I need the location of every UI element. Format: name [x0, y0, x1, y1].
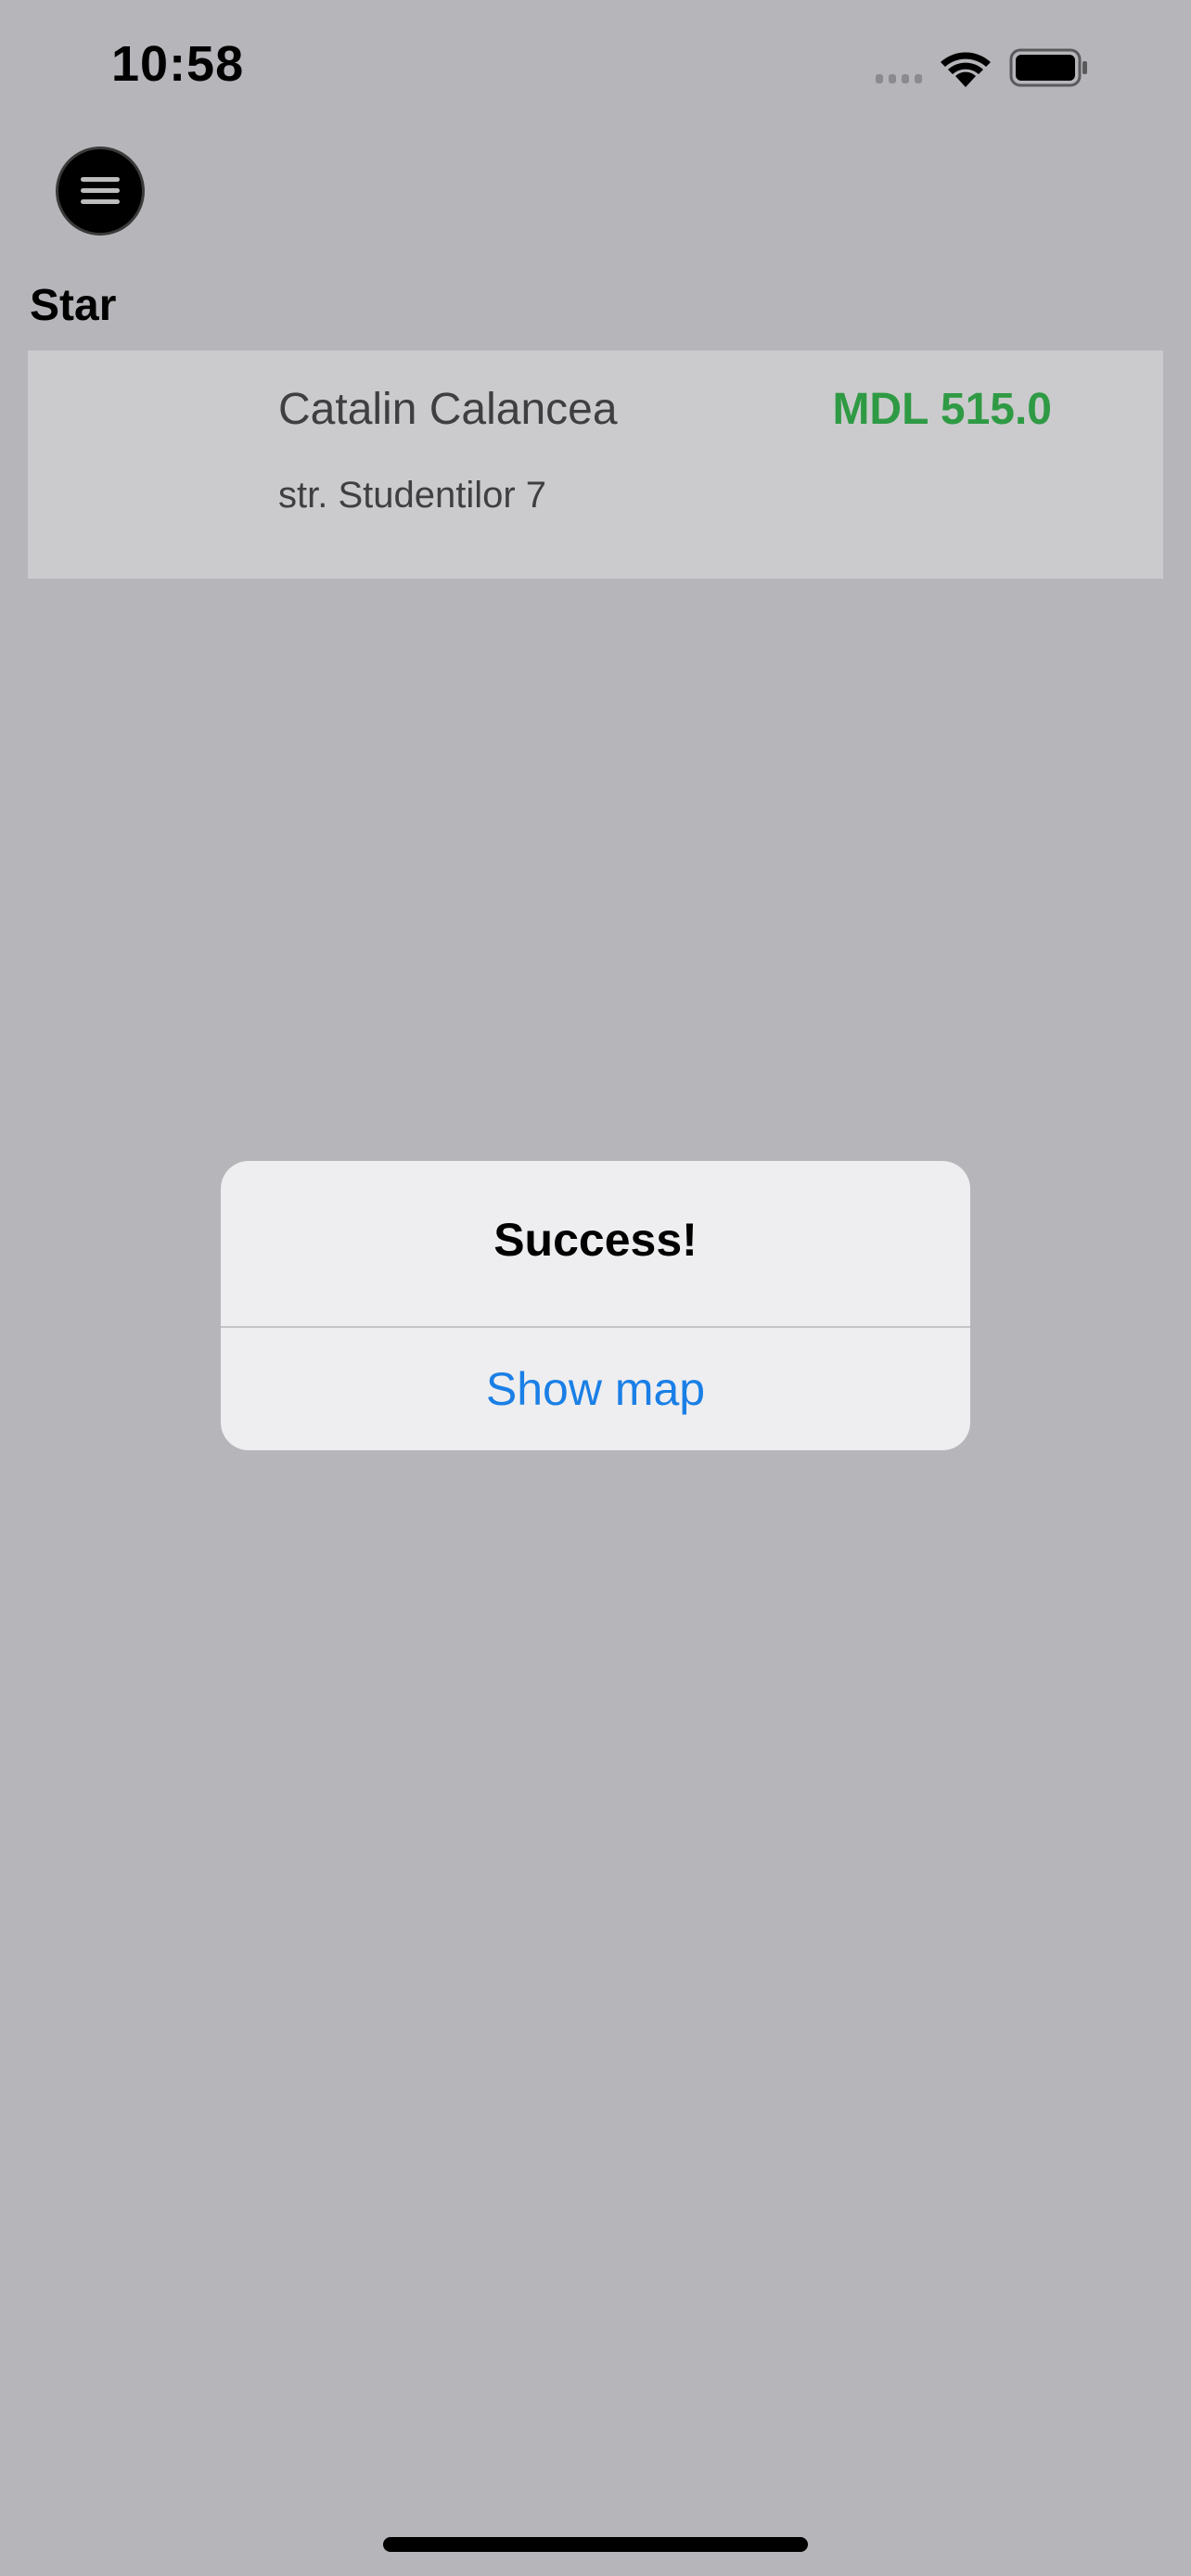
wifi-icon [941, 52, 991, 87]
price-label: MDL 515.0 [832, 385, 1052, 434]
status-icons [876, 46, 1117, 91]
status-time: 10:58 [111, 36, 245, 92]
list-item[interactable]: Catalin Calancea MDL 515.0 str. Studenti… [28, 351, 1163, 579]
customer-name: Catalin Calancea [278, 385, 618, 434]
section-title: Star [30, 281, 117, 330]
show-map-button[interactable]: Show map [221, 1328, 970, 1450]
home-indicator[interactable] [383, 2537, 808, 2552]
menu-button[interactable] [56, 147, 145, 236]
success-alert: Success! Show map [221, 1161, 970, 1450]
address-label: str. Studentilor 7 [278, 475, 547, 516]
alert-title: Success! [493, 1214, 698, 1266]
signal-icon [876, 74, 922, 83]
battery-icon [1009, 48, 1087, 87]
hamburger-menu-icon [81, 177, 120, 204]
